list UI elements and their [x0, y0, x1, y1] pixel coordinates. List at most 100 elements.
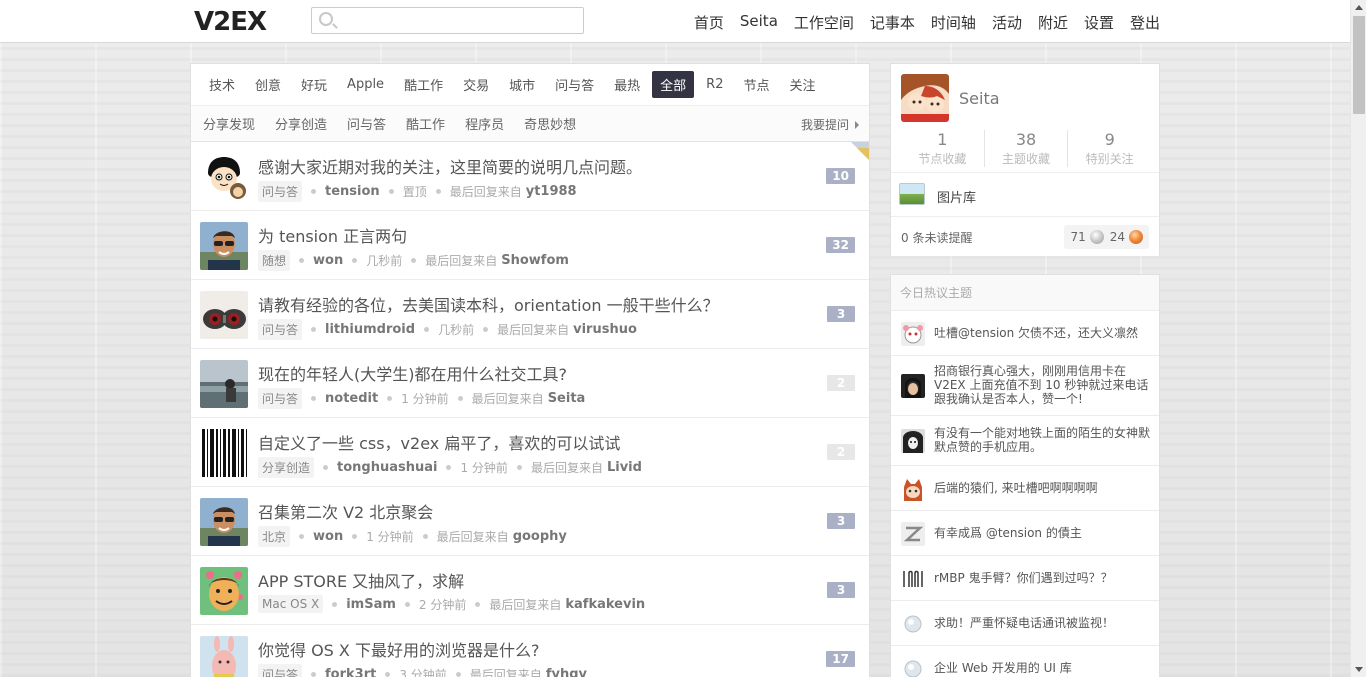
tab-city[interactable]: 城市: [501, 71, 543, 98]
topic-title-link[interactable]: 为 tension 正言两句: [258, 223, 407, 247]
nav-home[interactable]: 首页: [694, 12, 724, 33]
node-tag[interactable]: 北京: [258, 526, 291, 547]
stat-topic-favorites[interactable]: 38 主题收藏: [985, 130, 1069, 167]
author-avatar[interactable]: [200, 222, 248, 270]
author-link[interactable]: tonghuashuai: [337, 460, 437, 475]
subtab-share-discovery[interactable]: 分享发现: [203, 114, 255, 133]
node-tag[interactable]: 问与答: [258, 388, 303, 409]
search-box[interactable]: [311, 7, 584, 34]
author-link[interactable]: tension: [325, 184, 380, 199]
nav-events[interactable]: 活动: [992, 12, 1022, 33]
user-name[interactable]: Seita: [959, 89, 1000, 108]
reply-count-badge[interactable]: 32: [826, 237, 855, 253]
hot-topic-avatar[interactable]: [901, 522, 925, 546]
tab-jobs[interactable]: 酷工作: [396, 71, 451, 98]
node-tag[interactable]: 随想: [258, 250, 291, 271]
topic-title-link[interactable]: 自定义了一些 css，v2ex 扁平了，喜欢的可以试试: [258, 430, 620, 454]
tab-follow[interactable]: 关注: [781, 71, 823, 98]
unread-notifications-link[interactable]: 0 条未读提醒: [901, 229, 972, 246]
node-tag[interactable]: 问与答: [258, 664, 303, 677]
hot-topic-avatar[interactable]: [901, 612, 925, 636]
reply-count-badge[interactable]: 3: [827, 513, 855, 529]
author-avatar[interactable]: [200, 429, 248, 477]
last-reply-user-link[interactable]: Showfom: [501, 253, 569, 268]
author-avatar[interactable]: [200, 291, 248, 339]
reply-count-badge[interactable]: 2: [827, 444, 855, 460]
hot-topic-link[interactable]: 有没有一个能对地铁上面的陌生的女神默默点赞的手机应用。: [934, 426, 1152, 454]
hot-topic-avatar[interactable]: [901, 322, 925, 346]
author-link[interactable]: notedit: [325, 391, 378, 406]
balance-badge[interactable]: 71 24: [1064, 225, 1149, 249]
author-link[interactable]: imSam: [346, 597, 396, 612]
reply-count-badge[interactable]: 2: [827, 375, 855, 391]
scroll-up-arrow-icon[interactable]: [1355, 5, 1363, 10]
node-tag[interactable]: 问与答: [258, 319, 303, 340]
tab-tech[interactable]: 技术: [201, 71, 243, 98]
nav-user[interactable]: Seita: [740, 12, 778, 33]
nav-nearby[interactable]: 附近: [1038, 12, 1068, 33]
author-avatar[interactable]: [200, 498, 248, 546]
tab-qna[interactable]: 问与答: [547, 71, 602, 98]
subtab-ideas[interactable]: 奇思妙想: [524, 114, 576, 133]
author-avatar[interactable]: [200, 360, 248, 408]
last-reply-user-link[interactable]: yt1988: [526, 184, 577, 199]
search-input[interactable]: [340, 11, 575, 30]
user-avatar[interactable]: [901, 74, 949, 122]
ask-question-link[interactable]: 我要提问: [801, 116, 859, 133]
stat-node-favorites[interactable]: 1 节点收藏: [901, 130, 985, 167]
reply-count-badge[interactable]: 3: [827, 306, 855, 322]
last-reply-user-link[interactable]: kafkakevin: [565, 597, 645, 612]
hot-topic-link[interactable]: rMBP 鬼手臂？你们遇到过吗？？: [934, 571, 1152, 585]
tab-hot[interactable]: 最热: [606, 71, 648, 98]
subtab-share-creation[interactable]: 分享创造: [275, 114, 327, 133]
tab-r2[interactable]: R2: [698, 73, 731, 96]
author-link[interactable]: fork3rt: [325, 667, 376, 677]
hot-topic-link[interactable]: 企业 Web 开发用的 UI 库: [934, 661, 1152, 675]
last-reply-user-link[interactable]: virushuo: [573, 322, 637, 337]
nav-logout[interactable]: 登出: [1130, 12, 1160, 33]
node-tag[interactable]: Mac OS X: [258, 595, 324, 613]
author-avatar[interactable]: [200, 153, 248, 201]
author-link[interactable]: lithiumdroid: [325, 322, 415, 337]
stat-following[interactable]: 9 特别关注: [1068, 130, 1151, 167]
hot-topic-link[interactable]: 吐槽@tension 欠债不还，还大义凛然: [934, 326, 1152, 340]
hot-topic-avatar[interactable]: [901, 567, 925, 591]
topic-title-link[interactable]: 你觉得 OS X 下最好用的浏览器是什么?: [258, 637, 539, 661]
site-logo[interactable]: V2EX: [194, 7, 267, 37]
nav-notes[interactable]: 记事本: [870, 12, 915, 33]
node-tag[interactable]: 问与答: [258, 181, 303, 202]
reply-count-badge[interactable]: 3: [827, 582, 855, 598]
page-scrollbar[interactable]: [1350, 0, 1366, 677]
hot-topic-link[interactable]: 招商银行真心强大，刚刚用信用卡在 V2EX 上面充值不到 10 秒钟就过来电话跟…: [934, 364, 1152, 406]
reply-count-badge[interactable]: 10: [826, 168, 855, 184]
author-avatar[interactable]: [200, 636, 248, 677]
author-link[interactable]: won: [313, 253, 343, 268]
tab-play[interactable]: 好玩: [293, 71, 335, 98]
nav-workspace[interactable]: 工作空间: [794, 12, 854, 33]
tab-all[interactable]: 全部: [652, 71, 695, 98]
hot-topic-link[interactable]: 有幸成爲 @tension 的債主: [934, 526, 1152, 540]
subtab-qna[interactable]: 问与答: [347, 114, 386, 133]
node-tag[interactable]: 分享创造: [258, 457, 315, 478]
tab-nodes[interactable]: 节点: [735, 71, 777, 98]
tab-deals[interactable]: 交易: [455, 71, 497, 98]
author-avatar[interactable]: [200, 567, 248, 615]
author-link[interactable]: won: [313, 529, 343, 544]
hot-topic-avatar[interactable]: [901, 477, 925, 501]
topic-title-link[interactable]: 召集第二次 V2 北京聚会: [258, 499, 433, 523]
scroll-thumb[interactable]: [1353, 16, 1365, 114]
last-reply-user-link[interactable]: Livid: [607, 460, 642, 475]
tab-apple[interactable]: Apple: [339, 73, 392, 96]
tab-creative[interactable]: 创意: [247, 71, 289, 98]
topic-title-link[interactable]: 请教有经验的各位，去美国读本科，orientation 一般干些什么？: [258, 292, 719, 316]
topic-title-link[interactable]: 感谢大家近期对我的关注，这里简要的说明几点问题。: [258, 154, 642, 178]
last-reply-user-link[interactable]: fyhqy: [546, 667, 587, 677]
reply-count-badge[interactable]: 17: [826, 651, 855, 667]
gallery-row[interactable]: 图片库: [891, 172, 1159, 216]
hot-topic-link[interactable]: 求助！严重怀疑电话通讯被监视！: [934, 616, 1152, 630]
hot-topic-avatar[interactable]: [901, 657, 925, 677]
topic-title-link[interactable]: APP STORE 又抽风了，求解: [258, 568, 464, 592]
last-reply-user-link[interactable]: goophy: [513, 529, 567, 544]
subtab-programmer[interactable]: 程序员: [465, 114, 504, 133]
hot-topic-avatar[interactable]: [901, 374, 925, 398]
